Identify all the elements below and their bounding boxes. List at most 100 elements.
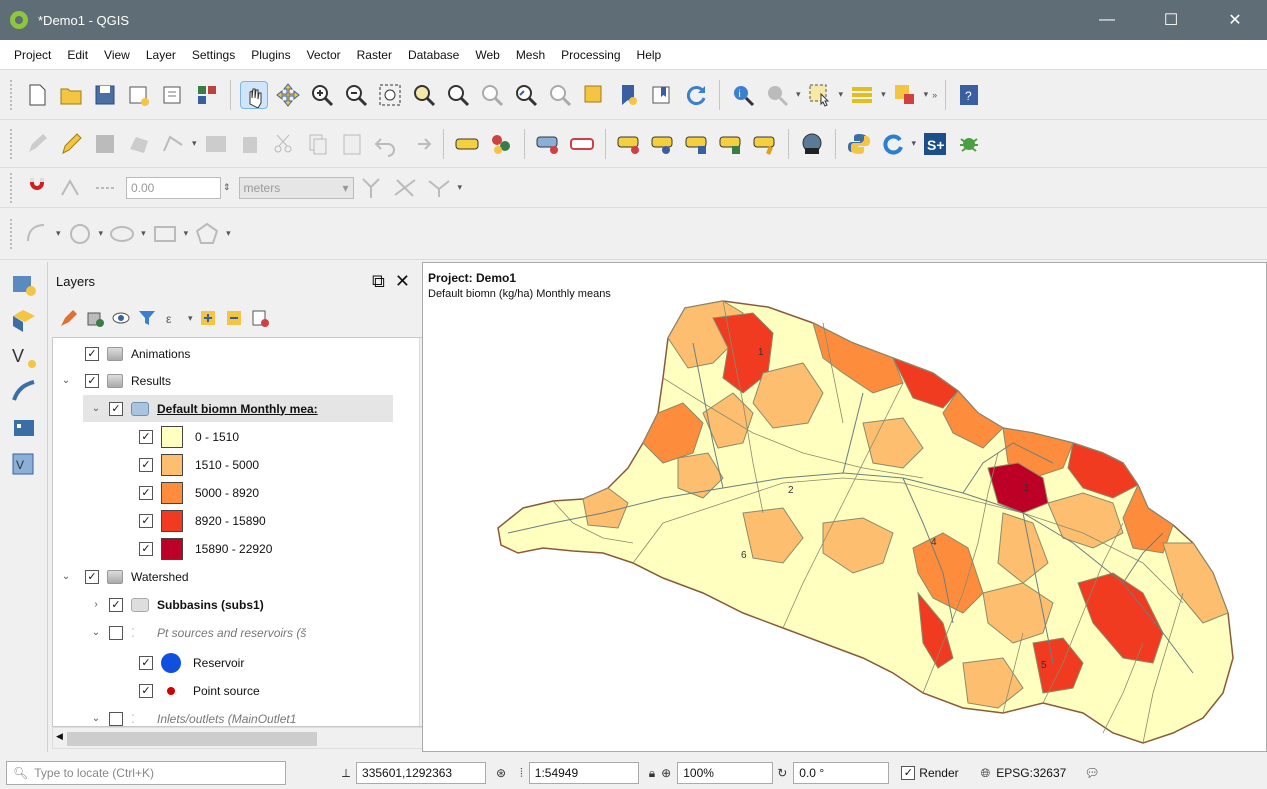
current-edits-icon[interactable] bbox=[24, 131, 50, 157]
zoom-in-icon[interactable] bbox=[309, 82, 335, 108]
zoom-to-selection-icon[interactable] bbox=[411, 82, 437, 108]
identify-features-icon[interactable]: i bbox=[730, 82, 756, 108]
label-toolbar-icon[interactable] bbox=[454, 131, 480, 157]
scale-field[interactable]: 1:54949 bbox=[528, 762, 639, 784]
menu-project[interactable]: Project bbox=[6, 48, 59, 62]
layer-visibility-checkbox[interactable]: ✓ bbox=[85, 346, 99, 361]
tracing-icon[interactable] bbox=[426, 175, 452, 201]
menu-layer[interactable]: Layer bbox=[138, 48, 184, 62]
rotate-label-icon[interactable] bbox=[718, 131, 744, 157]
menu-database[interactable]: Database bbox=[400, 48, 467, 62]
show-bookmarks-icon[interactable] bbox=[649, 82, 675, 108]
delete-selected-icon[interactable] bbox=[237, 131, 263, 157]
deselect-features-icon[interactable] bbox=[892, 82, 918, 108]
snap-tolerance-field[interactable]: 0.00 bbox=[126, 176, 221, 199]
legend-class-3[interactable]: ✓ 5000 - 8920 bbox=[139, 479, 439, 506]
topological-editing-icon[interactable] bbox=[358, 175, 384, 201]
class-visibility-checkbox[interactable]: ✓ bbox=[139, 541, 153, 556]
cut-features-icon[interactable] bbox=[271, 131, 297, 157]
class-visibility-checkbox[interactable]: ✓ bbox=[139, 457, 153, 472]
add-circle-icon[interactable] bbox=[67, 221, 93, 247]
scroll-left-icon[interactable]: ◀ bbox=[56, 731, 63, 742]
copy-features-icon[interactable] bbox=[305, 131, 331, 157]
zoom-native-icon[interactable] bbox=[479, 82, 505, 108]
toggle-label-display-icon[interactable] bbox=[569, 131, 595, 157]
layer-group-animations[interactable]: ✓ Animations bbox=[53, 340, 393, 367]
legend-class-2[interactable]: ✓ 1510 - 5000 bbox=[139, 451, 439, 478]
add-rectangle-icon[interactable] bbox=[152, 221, 178, 247]
new-map-view-icon[interactable] bbox=[581, 82, 607, 108]
snapping-magnet-icon[interactable] bbox=[24, 175, 50, 201]
class-visibility-checkbox[interactable]: ✓ bbox=[139, 429, 153, 444]
save-project-icon[interactable] bbox=[92, 82, 118, 108]
snap-type-icon[interactable] bbox=[92, 175, 118, 201]
refresh-icon[interactable] bbox=[683, 82, 709, 108]
render-checkbox[interactable]: ✓ bbox=[901, 766, 916, 780]
bookmark-icon[interactable] bbox=[615, 82, 641, 108]
layer-inlets-outlets[interactable]: ⌄ ⁚ Inlets/outlets (MainOutlet1 bbox=[83, 705, 393, 726]
layer-group-watershed[interactable]: ⌄ ✓ Watershed bbox=[53, 563, 393, 590]
zoom-last-icon[interactable] bbox=[513, 82, 539, 108]
menu-raster[interactable]: Raster bbox=[349, 48, 400, 62]
lock-scale-icon[interactable]: 🔒︎ bbox=[649, 766, 655, 781]
crs-globe-icon[interactable]: 🌐︎ bbox=[981, 766, 991, 781]
class-visibility-checkbox[interactable]: ✓ bbox=[139, 683, 153, 698]
filter-legend-icon[interactable] bbox=[137, 308, 157, 328]
collapse-all-icon[interactable] bbox=[224, 308, 244, 328]
snap-mode-icon[interactable] bbox=[58, 175, 84, 201]
add-group-icon[interactable] bbox=[85, 308, 105, 328]
undo-icon[interactable] bbox=[373, 131, 399, 157]
highlight-pinned-labels-icon[interactable] bbox=[535, 131, 561, 157]
class-visibility-checkbox[interactable]: ✓ bbox=[139, 655, 153, 670]
map-canvas[interactable]: Project: Demo1 Default biomn (kg/ha) Mon… bbox=[422, 262, 1267, 752]
open-layer-styling-icon[interactable] bbox=[59, 308, 79, 328]
class-visibility-checkbox[interactable]: ✓ bbox=[139, 513, 153, 528]
remove-layer-icon[interactable] bbox=[250, 308, 270, 328]
layer-visibility-checkbox[interactable]: ✓ bbox=[109, 401, 123, 416]
pin-label-icon[interactable] bbox=[616, 131, 642, 157]
watershed-map[interactable]: 1 2 3 4 5 6 bbox=[423, 263, 1266, 751]
data-source-manager-icon[interactable] bbox=[10, 270, 38, 298]
add-virtual-layer-icon[interactable]: V bbox=[10, 450, 38, 478]
add-feature-icon[interactable] bbox=[126, 131, 152, 157]
menu-settings[interactable]: Settings bbox=[184, 48, 243, 62]
menu-processing[interactable]: Processing bbox=[553, 48, 628, 62]
show-hide-labels-icon[interactable] bbox=[650, 131, 676, 157]
collapse-chevron-icon[interactable]: ⌄ bbox=[53, 375, 79, 386]
menu-plugins[interactable]: Plugins bbox=[243, 48, 298, 62]
zoom-full-icon[interactable] bbox=[377, 82, 403, 108]
snap-units-select[interactable]: meters bbox=[238, 176, 354, 199]
paste-features-icon[interactable] bbox=[339, 131, 365, 157]
rotation-field[interactable]: 0.0 ° bbox=[793, 762, 890, 784]
python-console-icon[interactable] bbox=[846, 131, 872, 157]
zoom-out-icon[interactable] bbox=[343, 82, 369, 108]
attribute-table-icon[interactable] bbox=[849, 82, 875, 108]
layer-visibility-checkbox[interactable]: ✓ bbox=[85, 569, 99, 584]
add-geopackage-icon[interactable] bbox=[10, 306, 38, 334]
close-panel-icon[interactable]: ✕ bbox=[395, 271, 410, 292]
expand-chevron-icon[interactable]: › bbox=[83, 599, 109, 610]
select-features-icon[interactable] bbox=[807, 82, 833, 108]
add-circular-string-icon[interactable] bbox=[24, 221, 50, 247]
layer-pt-sources[interactable]: ⌄ ⁚ Pt sources and reservoirs (š bbox=[83, 619, 423, 646]
maximize-button[interactable]: ☐ bbox=[1139, 0, 1203, 40]
menu-vector[interactable]: Vector bbox=[299, 48, 349, 62]
legend-class-4[interactable]: ✓ 8920 - 15890 bbox=[139, 507, 439, 534]
layer-visibility-checkbox[interactable]: ✓ bbox=[85, 373, 99, 388]
zoom-to-layer-icon[interactable] bbox=[445, 82, 471, 108]
add-vector-layer-icon[interactable]: V bbox=[10, 342, 38, 370]
messages-icon[interactable]: 💬︎ bbox=[1084, 766, 1099, 780]
close-button[interactable]: ✕ bbox=[1203, 0, 1267, 40]
help-panel-icon[interactable]: ? bbox=[956, 82, 982, 108]
minimize-button[interactable]: — bbox=[1075, 0, 1139, 40]
save-edits-icon[interactable] bbox=[92, 131, 118, 157]
diagram-options-icon[interactable] bbox=[488, 131, 514, 157]
float-panel-icon[interactable]: ⧉ bbox=[372, 271, 385, 292]
pan-map-icon[interactable] bbox=[240, 80, 268, 109]
menu-help[interactable]: Help bbox=[629, 48, 670, 62]
menu-view[interactable]: View bbox=[96, 48, 138, 62]
bug-plugin-icon[interactable] bbox=[956, 131, 982, 157]
extents-toggle-icon[interactable]: ⊛ bbox=[496, 766, 506, 780]
menu-web[interactable]: Web bbox=[467, 48, 507, 62]
vertex-tool-icon[interactable] bbox=[160, 131, 186, 157]
